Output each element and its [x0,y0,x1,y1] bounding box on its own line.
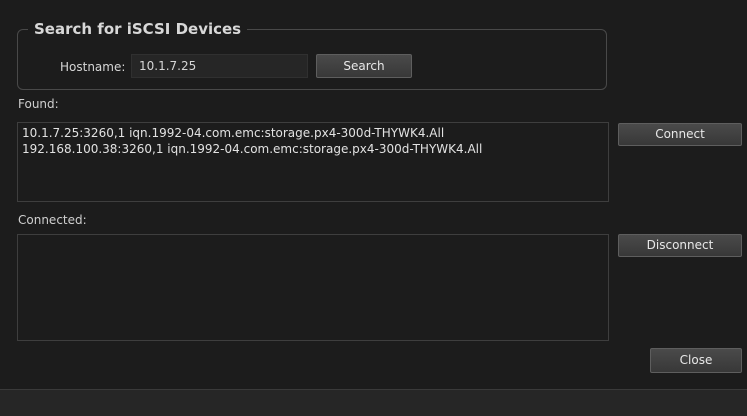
connected-list[interactable] [17,234,609,341]
disconnect-button[interactable]: Disconnect [618,234,742,257]
close-button[interactable]: Close [650,348,742,373]
connect-button[interactable]: Connect [618,123,742,146]
footer-bar [0,390,747,416]
found-label: Found: [18,97,59,111]
hostname-input[interactable] [131,54,308,78]
found-list-item[interactable]: 10.1.7.25:3260,1 iqn.1992-04.com.emc:sto… [18,125,608,141]
search-group-title: Search for iSCSI Devices [28,18,248,40]
hostname-label: Hostname: [60,60,126,74]
found-list[interactable]: 10.1.7.25:3260,1 iqn.1992-04.com.emc:sto… [17,122,609,202]
search-button[interactable]: Search [316,54,412,78]
found-list-item[interactable]: 192.168.100.38:3260,1 iqn.1992-04.com.em… [18,141,608,157]
connected-label: Connected: [18,213,87,227]
